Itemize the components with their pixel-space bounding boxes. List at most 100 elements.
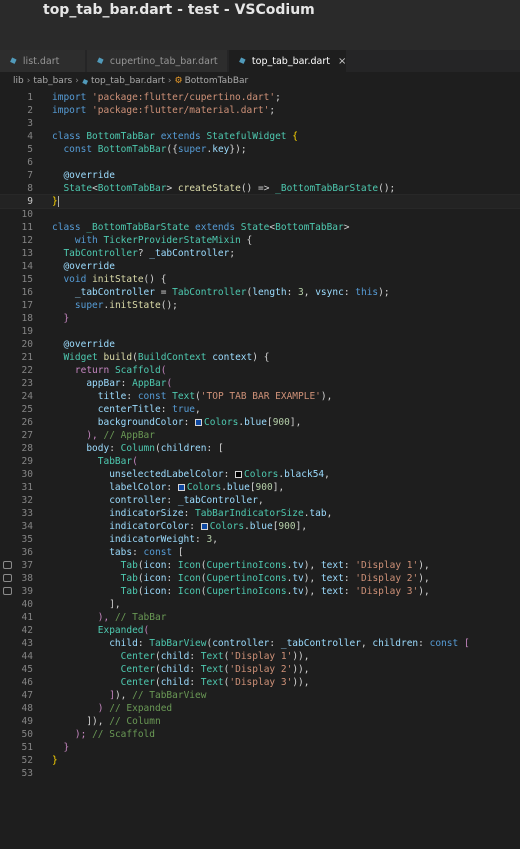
- code-text: ), // TabBar: [52, 611, 167, 624]
- code-line[interactable]: 29 TabBar(: [0, 455, 520, 468]
- code-line[interactable]: 19: [0, 325, 520, 338]
- code-line[interactable]: 42 Expanded(: [0, 624, 520, 637]
- code-line[interactable]: 44 Center(child: Text('Display 1')),: [0, 650, 520, 663]
- code-token: key: [212, 144, 230, 155]
- code-line[interactable]: 7 @override: [0, 169, 520, 182]
- code-line[interactable]: 12 with TickerProviderStateMixin {: [0, 234, 520, 247]
- code-token: void: [63, 274, 93, 285]
- code-line[interactable]: 45 Center(child: Text('Display 2')),: [0, 663, 520, 676]
- code-token: 'package:flutter/material.dart': [92, 105, 270, 116]
- code-line[interactable]: 53: [0, 767, 520, 780]
- line-number: 53: [21, 768, 33, 779]
- code-line[interactable]: 27 ), // AppBar: [0, 429, 520, 442]
- code-token: vsync: [315, 287, 344, 298]
- breadcrumb-item-file[interactable]: top_tab_bar.dart: [91, 76, 165, 86]
- close-icon[interactable]: ×: [338, 56, 346, 67]
- code-line[interactable]: 22 return Scaffold(: [0, 364, 520, 377]
- code-line[interactable]: 35 indicatorWeight: 3,: [0, 533, 520, 546]
- code-token: BottomTabBar: [86, 131, 161, 142]
- color-swatch-icon[interactable]: [177, 484, 185, 491]
- code-line[interactable]: 18 }: [0, 312, 520, 325]
- code-line[interactable]: 15 void initState() {: [0, 273, 520, 286]
- code-line[interactable]: 8 State<BottomTabBar> createState() => _…: [0, 182, 520, 195]
- code-line[interactable]: 38 Tab(icon: Icon(CupertinoIcons.tv), te…: [0, 572, 520, 585]
- code-line[interactable]: 25 centerTitle: true,: [0, 403, 520, 416]
- breadcrumb-item-symbol[interactable]: BottomTabBar: [185, 76, 249, 86]
- code-line[interactable]: 51 }: [0, 741, 520, 754]
- code-token: ();: [378, 183, 396, 194]
- code-line[interactable]: 21 Widget build(BuildContext context) {: [0, 351, 520, 364]
- line-number: 47: [21, 690, 33, 701]
- code-line[interactable]: 39 Tab(icon: Icon(CupertinoIcons.tv), te…: [0, 585, 520, 598]
- code-line[interactable]: 37 Tab(icon: Icon(CupertinoIcons.tv), te…: [0, 559, 520, 572]
- code-line[interactable]: 6: [0, 156, 520, 169]
- code-line[interactable]: 31 labelColor: Colors.blue[900],: [0, 481, 520, 494]
- code-line[interactable]: 49 ]), // Column: [0, 715, 520, 728]
- code-token: controller: [109, 495, 167, 506]
- code-line[interactable]: 36 tabs: const [: [0, 546, 520, 559]
- code-line[interactable]: 34 indicatorColor: Colors.blue[900],: [0, 520, 520, 533]
- code-line[interactable]: 47 ]), // TabBarView: [0, 689, 520, 702]
- code-line[interactable]: 46 Center(child: Text('Display 3')),: [0, 676, 520, 689]
- line-number: 17: [21, 300, 33, 311]
- breadcrumb-item-lib[interactable]: lib: [13, 76, 24, 86]
- tab-top-tab-bar-dart[interactable]: ◆ top_tab_bar.dart ×: [229, 50, 347, 72]
- line-number: 28: [21, 443, 33, 454]
- code-line[interactable]: 1 import 'package:flutter/cupertino.dart'…: [0, 91, 520, 104]
- code-text: class BottomTabBar extends StatefulWidge…: [52, 130, 298, 143]
- code-line[interactable]: 11 class _BottomTabBarState extends State…: [0, 221, 520, 234]
- code-line[interactable]: 24 title: const Text('TOP TAB BAR EXAMPL…: [0, 390, 520, 403]
- breadcrumb-item-tab-bars[interactable]: tab_bars: [33, 76, 72, 86]
- code-token: }: [63, 742, 70, 753]
- code-line[interactable]: 52}: [0, 754, 520, 767]
- color-swatch-icon[interactable]: [235, 471, 243, 478]
- code-editor[interactable]: 1 import 'package:flutter/cupertino.dart'…: [0, 90, 520, 849]
- code-line[interactable]: 5 const BottomTabBar({super.key});: [0, 143, 520, 156]
- code-line[interactable]: 17 super.initState();: [0, 299, 520, 312]
- code-text: TabController? _tabController;: [52, 247, 235, 260]
- code-text: Tab(icon: Icon(CupertinoIcons.tv), text:…: [52, 559, 430, 572]
- code-line[interactable]: 20 @override: [0, 338, 520, 351]
- code-line[interactable]: 30 unselectedLabelColor: Colors.black54,: [0, 468, 520, 481]
- code-token: extends: [195, 222, 241, 233]
- code-line[interactable]: 2 import 'package:flutter/material.dart';: [0, 104, 520, 117]
- code-token: 'Display 2': [355, 573, 419, 584]
- code-line[interactable]: 33 indicatorSize: TabBarIndicatorSize.ta…: [0, 507, 520, 520]
- line-number: 52: [21, 755, 33, 766]
- tab-list-dart[interactable]: ◆ list.dart: [0, 50, 86, 72]
- code-line[interactable]: 50 ); // Scaffold: [0, 728, 520, 741]
- code-line[interactable]: 23 appBar: AppBar(: [0, 377, 520, 390]
- code-token: with: [74, 235, 104, 246]
- code-token: blue: [226, 482, 250, 493]
- code-line[interactable]: 9}: [0, 194, 520, 209]
- code-token: ]),: [86, 716, 104, 727]
- code-line[interactable]: 3: [0, 117, 520, 130]
- code-token: // Column: [103, 716, 161, 727]
- code-line[interactable]: 13 TabController? _tabController;: [0, 247, 520, 260]
- code-line[interactable]: 32 controller: _tabController,: [0, 494, 520, 507]
- code-token: ) {: [252, 352, 270, 363]
- color-swatch-icon[interactable]: [195, 419, 203, 426]
- code-token: icon: [143, 586, 167, 597]
- code-line[interactable]: 4 class BottomTabBar extends StatefulWidg…: [0, 130, 520, 143]
- code-line[interactable]: 28 body: Column(children: [: [0, 442, 520, 455]
- code-line[interactable]: 43 child: TabBarView(controller: _tabCon…: [0, 637, 520, 650]
- code-token: centerTitle: [97, 404, 161, 415]
- code-line[interactable]: 40 ],: [0, 598, 520, 611]
- code-token: ),: [418, 573, 430, 584]
- code-line[interactable]: 26 backgroundColor: Colors.blue[900],: [0, 416, 520, 429]
- code-line[interactable]: 14 @override: [0, 260, 520, 273]
- code-token: :: [132, 547, 144, 558]
- code-line[interactable]: 10: [0, 208, 520, 221]
- code-line[interactable]: 48 ) // Expanded: [0, 702, 520, 715]
- code-line[interactable]: 16 _tabController = TabController(length…: [0, 286, 520, 299]
- code-line[interactable]: 41 ), // TabBar: [0, 611, 520, 624]
- color-swatch-icon[interactable]: [200, 523, 208, 530]
- code-token: }: [52, 755, 58, 766]
- tab-cupertino-tab-bar-dart[interactable]: ◆ cupertino_tab_bar.dart: [87, 50, 228, 72]
